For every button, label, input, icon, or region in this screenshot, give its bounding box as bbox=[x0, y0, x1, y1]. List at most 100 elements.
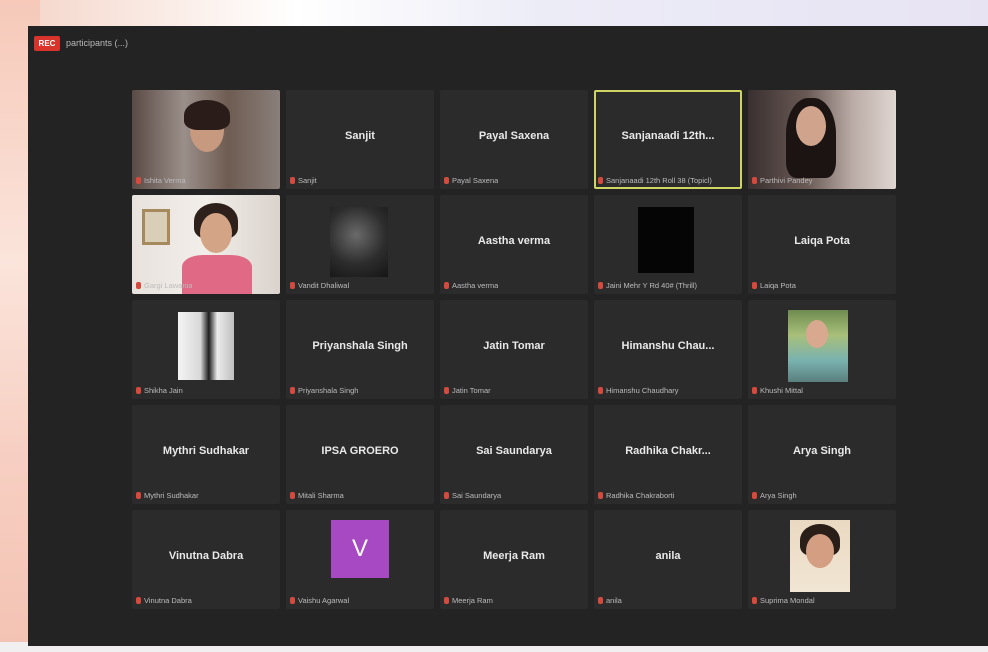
participant-name-label: Sai Saundarya bbox=[452, 491, 502, 500]
muted-mic-icon bbox=[444, 177, 449, 184]
muted-mic-icon bbox=[290, 387, 295, 394]
tile-footer: Himanshu Chaudhary bbox=[598, 386, 738, 395]
participant-tile[interactable]: anila anila bbox=[594, 510, 742, 609]
tile-footer: Vandit Dhaliwal bbox=[290, 281, 430, 290]
participant-name-label: Jaini Mehr Y Rd 40# (Thrill) bbox=[606, 281, 698, 290]
participant-tile[interactable]: Parthivi Pandey bbox=[748, 90, 896, 189]
participant-face bbox=[806, 320, 828, 348]
muted-mic-icon bbox=[598, 282, 603, 289]
muted-mic-icon bbox=[752, 597, 757, 604]
participant-tile[interactable]: Radhika Chakr... Radhika Chakraborti bbox=[594, 405, 742, 504]
participant-tile[interactable]: Vandit Dhaliwal bbox=[286, 195, 434, 294]
muted-mic-icon bbox=[598, 387, 603, 394]
participant-display-name: Sanjanaadi 12th... bbox=[621, 130, 715, 142]
participant-tile[interactable]: Himanshu Chau... Himanshu Chaudhary bbox=[594, 300, 742, 399]
background-top bbox=[0, 0, 988, 28]
participant-video bbox=[132, 90, 280, 189]
participant-grid: Ishita Verma Sanjit Sanjit Payal Saxena … bbox=[132, 90, 896, 609]
participant-tile[interactable]: Sai Saundarya Sai Saundarya bbox=[440, 405, 588, 504]
participant-name-label: Suprima Mondal bbox=[760, 596, 815, 605]
muted-mic-icon bbox=[136, 177, 141, 184]
muted-mic-icon bbox=[290, 492, 295, 499]
muted-mic-icon bbox=[444, 492, 449, 499]
participant-name-label: Vandit Dhaliwal bbox=[298, 281, 350, 290]
participant-name-label: Himanshu Chaudhary bbox=[606, 386, 679, 395]
muted-mic-icon bbox=[444, 387, 449, 394]
participant-tile[interactable]: Ishita Verma bbox=[132, 90, 280, 189]
participant-name-label: anila bbox=[606, 596, 622, 605]
recording-badge[interactable]: REC bbox=[34, 35, 60, 51]
participant-name-label: Sanjanaadi 12th Roll 38 (Topicl) bbox=[606, 176, 712, 185]
participant-display-name: Laiqa Pota bbox=[794, 235, 850, 247]
tile-footer: Payal Saxena bbox=[444, 176, 584, 185]
muted-mic-icon bbox=[290, 282, 295, 289]
participant-display-name: Radhika Chakr... bbox=[625, 445, 711, 457]
participant-display-name: Arya Singh bbox=[792, 445, 852, 457]
avatar: V bbox=[331, 520, 389, 578]
participant-tile[interactable]: Gargi Lawania bbox=[132, 195, 280, 294]
participant-tile[interactable]: Priyanshala Singh Priyanshala Singh bbox=[286, 300, 434, 399]
participant-display-name: Payal Saxena bbox=[478, 130, 550, 142]
tile-footer: Meerja Ram bbox=[444, 596, 584, 605]
participant-tile-active-speaker[interactable]: Sanjanaadi 12th... Sanjanaadi 12th Roll … bbox=[594, 90, 742, 189]
muted-mic-icon bbox=[444, 597, 449, 604]
participant-tile[interactable]: Aastha verma Aastha verma bbox=[440, 195, 588, 294]
participant-face bbox=[796, 106, 826, 146]
participant-tile[interactable]: IPSA GROERO Mitali Sharma bbox=[286, 405, 434, 504]
participant-display-name: Himanshu Chau... bbox=[621, 340, 715, 352]
muted-mic-icon bbox=[136, 492, 141, 499]
participant-name-label: Sanjit bbox=[298, 176, 317, 185]
wall-frame bbox=[142, 209, 170, 245]
meeting-label[interactable]: participants (...) bbox=[66, 38, 128, 48]
participant-display-name: Sai Saundarya bbox=[476, 445, 552, 457]
muted-mic-icon bbox=[136, 597, 141, 604]
participant-name-label: Jatin Tomar bbox=[452, 386, 491, 395]
participant-display-name: Mythri Sudhakar bbox=[162, 445, 250, 457]
muted-mic-icon bbox=[598, 492, 603, 499]
participant-name-label: Priyanshala Singh bbox=[298, 386, 359, 395]
tile-footer: Shikha Jain bbox=[136, 386, 276, 395]
participant-tile[interactable]: Meerja Ram Meerja Ram bbox=[440, 510, 588, 609]
participant-face bbox=[200, 213, 232, 253]
muted-mic-icon bbox=[752, 492, 757, 499]
participant-tile[interactable]: Vinutna Dabra Vinutna Dabra bbox=[132, 510, 280, 609]
meeting-topbar: REC participants (...) bbox=[28, 26, 988, 60]
participant-display-name: IPSA GROERO bbox=[321, 445, 399, 457]
participant-tile[interactable]: Payal Saxena Payal Saxena bbox=[440, 90, 588, 189]
meeting-window: REC participants (...) Ishita Verma Sanj… bbox=[28, 26, 988, 646]
participant-display-name: Sanjit bbox=[345, 130, 375, 142]
muted-mic-icon bbox=[598, 177, 603, 184]
tile-footer: Ishita Verma bbox=[136, 176, 276, 185]
participant-name-label: Radhika Chakraborti bbox=[606, 491, 675, 500]
tile-footer: Vaishu Agarwal bbox=[290, 596, 430, 605]
participant-tile[interactable]: V Vaishu Agarwal bbox=[286, 510, 434, 609]
participant-tile[interactable]: Jaini Mehr Y Rd 40# (Thrill) bbox=[594, 195, 742, 294]
participant-name-label: Shikha Jain bbox=[144, 386, 183, 395]
participant-tile[interactable]: Khushi Mittal bbox=[748, 300, 896, 399]
participant-tile[interactable]: Laiqa Pota Laiqa Pota bbox=[748, 195, 896, 294]
participant-tile[interactable]: Jatin Tomar Jatin Tomar bbox=[440, 300, 588, 399]
tile-footer: Jaini Mehr Y Rd 40# (Thrill) bbox=[598, 281, 738, 290]
participant-display-name: Priyanshala Singh bbox=[312, 340, 408, 352]
participant-name-label: Parthivi Pandey bbox=[760, 176, 813, 185]
participant-tile[interactable]: Mythri Sudhakar Mythri Sudhakar bbox=[132, 405, 280, 504]
participant-tile[interactable]: Arya Singh Arya Singh bbox=[748, 405, 896, 504]
tile-footer: anila bbox=[598, 596, 738, 605]
muted-mic-icon bbox=[136, 282, 141, 289]
tile-footer: Khushi Mittal bbox=[752, 386, 892, 395]
muted-mic-icon bbox=[444, 282, 449, 289]
participant-name-label: Vinutna Dabra bbox=[144, 596, 192, 605]
participant-name-label: Ishita Verma bbox=[144, 176, 186, 185]
participant-video bbox=[132, 195, 280, 294]
tile-footer: Gargi Lawania bbox=[136, 281, 276, 290]
participant-name-label: Mythri Sudhakar bbox=[144, 491, 199, 500]
profile-picture bbox=[178, 312, 234, 380]
participant-tile[interactable]: Suprima Mondal bbox=[748, 510, 896, 609]
participant-face bbox=[806, 534, 834, 568]
participant-tile[interactable]: Sanjit Sanjit bbox=[286, 90, 434, 189]
participant-name-label: Arya Singh bbox=[760, 491, 797, 500]
tile-footer: Suprima Mondal bbox=[752, 596, 892, 605]
participant-name-label: Khushi Mittal bbox=[760, 386, 803, 395]
participant-tile[interactable]: Shikha Jain bbox=[132, 300, 280, 399]
participant-name-label: Mitali Sharma bbox=[298, 491, 344, 500]
